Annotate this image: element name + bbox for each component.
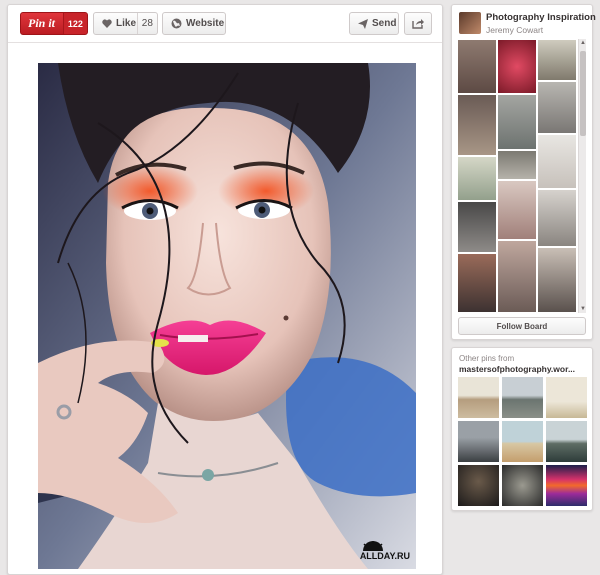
board-thumbnail[interactable] bbox=[497, 39, 537, 94]
board-title[interactable]: Photography Inspiration bbox=[486, 12, 596, 23]
follow-board-button[interactable]: Follow Board bbox=[458, 317, 586, 335]
board-thumbnail[interactable] bbox=[457, 156, 497, 201]
other-pin-thumbnail[interactable] bbox=[546, 465, 587, 506]
scroll-up-arrow-icon[interactable]: ▲ bbox=[579, 39, 587, 47]
globe-icon bbox=[171, 18, 182, 29]
like-label: Like bbox=[116, 18, 137, 29]
board-thumbnail[interactable] bbox=[537, 247, 577, 313]
other-pin-thumbnail[interactable] bbox=[458, 421, 499, 462]
other-pin-thumbnail[interactable] bbox=[458, 377, 499, 418]
other-pin-thumbnail[interactable] bbox=[502, 377, 543, 418]
watermark: ALLDAY.RU bbox=[360, 541, 410, 561]
board-owner[interactable]: Jeremy Cowart bbox=[486, 25, 543, 35]
paper-plane-icon bbox=[358, 18, 368, 29]
sun-logo-icon bbox=[362, 541, 383, 551]
other-pins-grid bbox=[458, 377, 588, 506]
pin-image[interactable]: ALLDAY.RU bbox=[38, 63, 416, 569]
other-pin-thumbnail[interactable] bbox=[502, 465, 543, 506]
pin-it-button[interactable]: Pin it 122 bbox=[20, 12, 88, 35]
board-thumbnail[interactable] bbox=[537, 39, 577, 81]
other-pin-thumbnail[interactable] bbox=[546, 377, 587, 418]
board-thumbnail[interactable] bbox=[497, 180, 537, 240]
pin-toolbar: Pin it 122 Like 28 Website Send bbox=[8, 5, 442, 43]
share-icon bbox=[412, 18, 424, 29]
like-count: 28 bbox=[136, 13, 157, 34]
portrait-photo bbox=[38, 63, 416, 569]
scroll-down-arrow-icon[interactable]: ▼ bbox=[579, 305, 587, 313]
scrollbar-thumb[interactable] bbox=[580, 51, 586, 136]
board-thumbnail[interactable] bbox=[497, 240, 537, 313]
board-thumbnail[interactable] bbox=[497, 150, 537, 180]
other-pin-thumbnail[interactable] bbox=[458, 465, 499, 506]
board-thumbnail[interactable] bbox=[457, 201, 497, 253]
like-button[interactable]: Like 28 bbox=[93, 12, 158, 35]
board-thumbnail[interactable] bbox=[457, 39, 497, 94]
website-button[interactable]: Website bbox=[162, 12, 226, 35]
other-pins-label: Other pins from bbox=[459, 354, 515, 363]
pin-it-label: Pin it bbox=[28, 16, 56, 30]
board-thumbnail[interactable] bbox=[537, 134, 577, 189]
board-panel: Photography Inspiration Jeremy Cowart ▲ … bbox=[451, 4, 596, 340]
board-thumbnail[interactable] bbox=[457, 253, 497, 313]
board-avatar[interactable] bbox=[459, 12, 481, 34]
board-scrollbar[interactable]: ▲ ▼ bbox=[578, 39, 586, 313]
other-pin-thumbnail[interactable] bbox=[502, 421, 543, 462]
board-thumbnail[interactable] bbox=[457, 94, 497, 156]
share-button[interactable] bbox=[404, 12, 432, 35]
heart-icon bbox=[102, 19, 112, 28]
other-pin-thumbnail[interactable] bbox=[546, 421, 587, 462]
board-thumbnail-grid bbox=[457, 39, 577, 313]
pin-card: Pin it 122 Like 28 Website Send ALLDAY.R… bbox=[7, 4, 443, 575]
pin-count: 122 bbox=[62, 13, 87, 34]
board-thumbnail[interactable] bbox=[537, 81, 577, 134]
board-thumbnail[interactable] bbox=[537, 189, 577, 247]
other-pins-source[interactable]: mastersofphotography.wor... bbox=[459, 364, 575, 374]
other-pins-panel: Other pins from mastersofphotography.wor… bbox=[451, 347, 593, 511]
watermark-text: ALLDAY.RU bbox=[359, 551, 410, 561]
board-thumbnail[interactable] bbox=[497, 94, 537, 150]
website-label: Website bbox=[186, 18, 225, 29]
send-button[interactable]: Send bbox=[349, 12, 399, 35]
send-label: Send bbox=[372, 18, 397, 29]
